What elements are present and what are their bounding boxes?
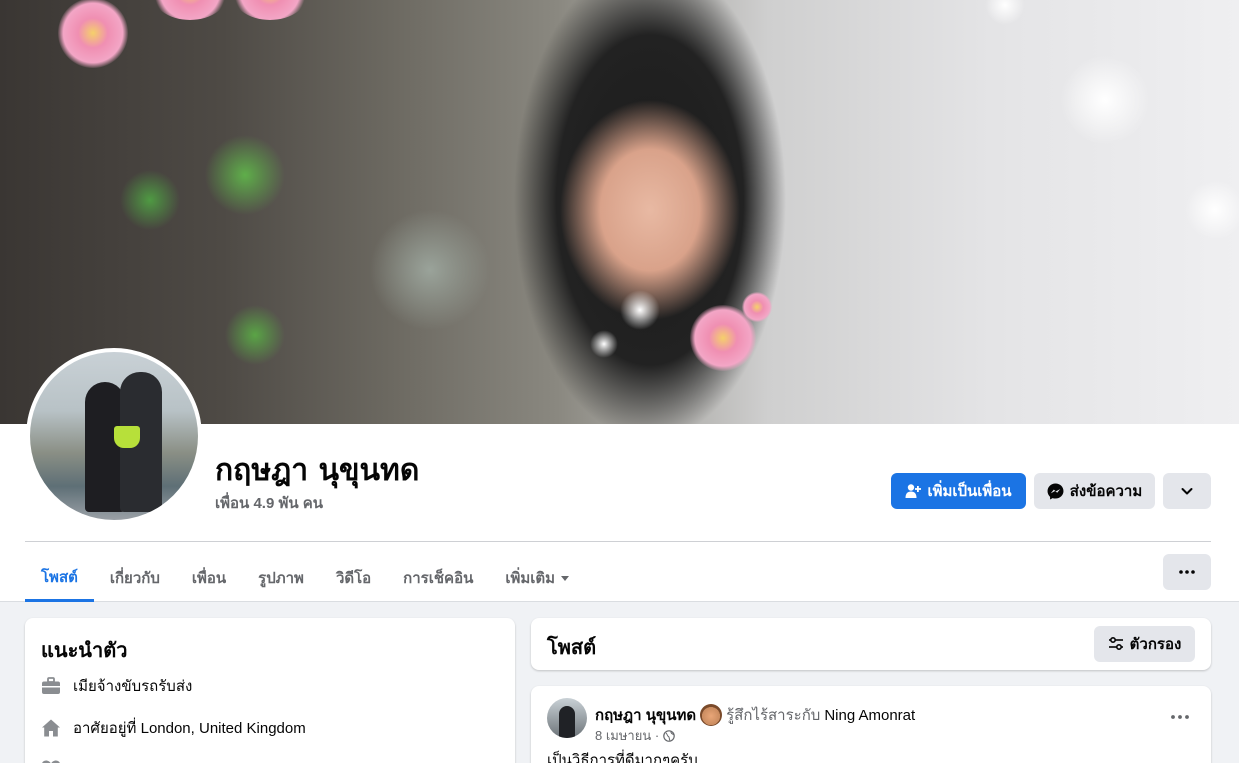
intro-work: เมียจ้างขับรถรับส่ง: [41, 674, 192, 698]
post-author-name[interactable]: กฤษฎา นุขุนทด: [595, 703, 696, 727]
home-icon: [42, 719, 60, 737]
intro-lives: อาศัยอยู่ที่ London, United Kingdom: [41, 716, 306, 740]
header-divider: [25, 541, 1211, 542]
post-author-avatar[interactable]: [547, 698, 587, 738]
more-dots-icon: [1171, 715, 1189, 719]
globe-icon: [663, 729, 675, 742]
more-options-button[interactable]: [1163, 554, 1211, 590]
friends-count[interactable]: เพื่อน 4.9 พัน คน: [215, 491, 323, 515]
posts-header-card: โพสต์ ตัวกรอง: [531, 618, 1211, 670]
more-dots-icon: [1179, 570, 1195, 574]
post-card: กฤษฎา นุขุนทด รู้สึกไร้สาระกับ Ning Amon…: [531, 686, 1211, 763]
add-friend-button[interactable]: เพิ่มเป็นเพื่อน: [891, 473, 1026, 509]
add-friend-icon: [905, 484, 922, 498]
intro-lives-text: อาศัยอยู่ที่ London, United Kingdom: [73, 720, 306, 737]
posts-title: โพสต์: [547, 637, 597, 659]
tab-label: การเช็คอิน: [403, 570, 474, 587]
tab-videos[interactable]: วิดีโอ: [320, 554, 387, 602]
profile-avatar[interactable]: [30, 352, 198, 520]
caret-down-icon: [561, 576, 570, 581]
intro-card: แนะนำตัว เมียจ้างขับรถรับส่ง อาศัยอยู่ที…: [25, 618, 515, 763]
tab-label: โพสต์: [41, 568, 78, 586]
post-feeling-text: รู้สึกไร้สาระกับ: [726, 707, 821, 724]
post-timestamp[interactable]: 8 เมษายน ·: [595, 725, 675, 746]
post-text: เป็นวิธีการที่ดีมากๆครับ: [547, 752, 698, 763]
profile-menu-button[interactable]: [1163, 473, 1211, 509]
profile-tabs: โพสต์ เกี่ยวกับ เพื่อน รูปภาพ วิดีโอ การ…: [25, 554, 587, 602]
add-friend-label: เพิ่มเป็นเพื่อน: [927, 483, 1012, 500]
briefcase-icon: [42, 677, 60, 694]
profile-name: กฤษฎา นุขุนทด: [215, 453, 420, 488]
filter-sliders-icon: [1108, 636, 1123, 651]
tab-label: เกี่ยวกับ: [109, 570, 160, 587]
tab-label: วิดีโอ: [335, 570, 372, 587]
post-options-button[interactable]: [1171, 706, 1189, 724]
tab-posts[interactable]: โพสต์: [25, 554, 94, 602]
feeling-emoji-icon: [700, 704, 723, 726]
message-label: ส่งข้อความ: [1069, 483, 1143, 500]
post-header: กฤษฎา นุขุนทด รู้สึกไร้สาระกับ Ning Amon…: [595, 703, 915, 727]
tab-label: เพิ่มเติม: [505, 570, 556, 587]
tab-label: เพื่อน: [191, 570, 227, 587]
heart-icon: [42, 760, 60, 763]
messenger-icon: [1047, 483, 1064, 499]
message-button[interactable]: ส่งข้อความ: [1034, 473, 1155, 509]
tab-about[interactable]: เกี่ยวกับ: [94, 554, 176, 602]
post-tagged-name[interactable]: Ning Amonrat: [824, 707, 915, 724]
tab-label: รูปภาพ: [258, 570, 304, 587]
tab-checkins[interactable]: การเช็คอิน: [387, 554, 489, 602]
intro-work-text: เมียจ้างขับรถรับส่ง: [73, 678, 193, 695]
post-date: 8 เมษายน ·: [595, 728, 660, 743]
filter-label: ตัวกรอง: [1129, 636, 1182, 653]
chevron-down-icon: [1181, 488, 1193, 495]
tab-friends[interactable]: เพื่อน: [176, 554, 242, 602]
intro-extra: [41, 758, 61, 763]
cover-photo[interactable]: [0, 0, 1239, 424]
filter-button[interactable]: ตัวกรอง: [1094, 626, 1195, 662]
tab-photos[interactable]: รูปภาพ: [242, 554, 320, 602]
tab-more[interactable]: เพิ่มเติม: [489, 554, 587, 602]
intro-title: แนะนำตัว: [41, 640, 128, 662]
